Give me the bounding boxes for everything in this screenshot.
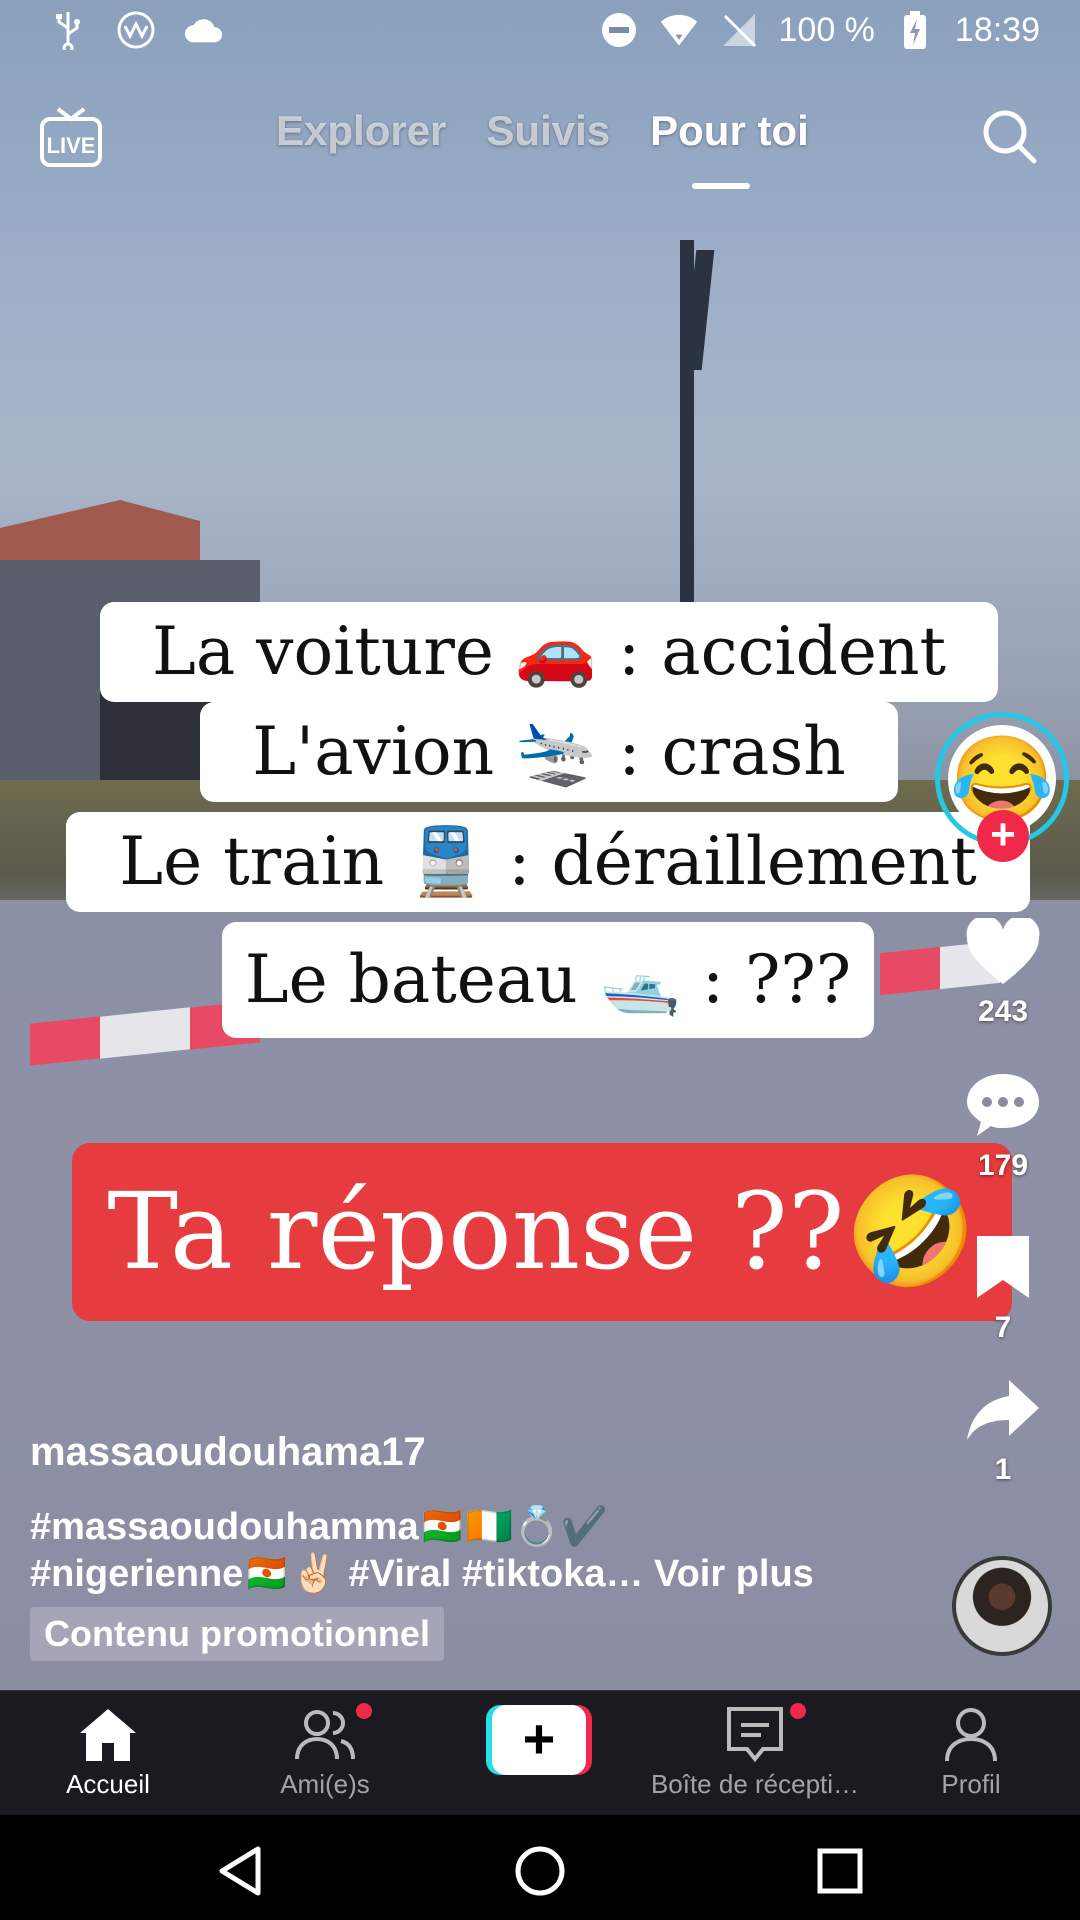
description-line-1: #massaoudouhamma🇳🇪🇨🇮💍✔️	[30, 1506, 608, 1548]
system-nav	[0, 1815, 1080, 1920]
description-text: #nigerienne🇳🇪✌🏻 #Viral #tiktoka…	[30, 1553, 644, 1595]
search-icon[interactable]	[980, 107, 1038, 165]
active-tab-indicator	[692, 183, 750, 189]
nav-home[interactable]: Accueil	[3, 1705, 213, 1800]
comment-button[interactable]: 179	[928, 1070, 1078, 1183]
caption-line-1: La voiture 🚗 : accident	[100, 602, 998, 702]
nav-profile[interactable]: Profil	[866, 1705, 1076, 1800]
dnd-icon	[599, 10, 639, 50]
profile-icon	[945, 1708, 997, 1762]
caption-line-3: Le train 🚆 : déraillement	[66, 812, 1030, 912]
description-line-2: #nigerienne🇳🇪✌🏻 #Viral #tiktoka… Voir pl…	[30, 1552, 814, 1596]
comment-count: 179	[977, 1149, 1029, 1182]
share-button[interactable]: 1	[928, 1378, 1078, 1487]
battery-level: 100 %	[778, 10, 875, 49]
inbox-badge	[790, 1703, 806, 1719]
nav-inbox[interactable]: Boîte de récepti…	[650, 1705, 860, 1800]
music-disc[interactable]	[952, 1556, 1052, 1656]
bottom-nav: Accueil Ami(e)s + Boîte de récepti… Prof…	[0, 1690, 1080, 1816]
follow-button[interactable]: +	[977, 810, 1029, 862]
share-count: 1	[994, 1453, 1012, 1486]
creator-username[interactable]: massaoudouhama17	[30, 1430, 426, 1475]
tab-suivis[interactable]: Suivis	[486, 107, 610, 155]
comment-icon	[967, 1074, 1039, 1136]
inbox-icon	[727, 1707, 783, 1763]
home-circle-icon[interactable]	[512, 1843, 568, 1899]
answer-banner: Ta réponse ??🤣	[72, 1143, 1012, 1321]
save-count: 7	[994, 1311, 1012, 1344]
nav-friends[interactable]: Ami(e)s	[220, 1705, 430, 1800]
vpn-icon	[116, 10, 156, 50]
friends-badge	[356, 1703, 372, 1719]
heart-icon	[966, 915, 1040, 984]
live-tv-icon[interactable]: LIVE	[38, 105, 104, 169]
caption-line-4: Le bateau 🛥️ : ???	[222, 922, 874, 1038]
promo-label: Contenu promotionnel	[30, 1607, 444, 1661]
see-more-link[interactable]: Voir plus	[654, 1553, 814, 1595]
back-icon[interactable]	[212, 1843, 268, 1899]
share-icon	[967, 1380, 1039, 1440]
no-sim-icon	[719, 10, 759, 50]
tab-explorer[interactable]: Explorer	[276, 107, 446, 155]
battery-charging-icon	[895, 10, 935, 50]
feed-tabs: Explorer Suivis Pour toi	[276, 107, 809, 155]
like-button[interactable]: 243	[928, 915, 1078, 1029]
clock: 18:39	[954, 10, 1040, 49]
wifi-icon	[659, 10, 699, 50]
bookmark-icon	[977, 1236, 1029, 1298]
cloud-icon	[184, 10, 224, 50]
nav-friends-label: Ami(e)s	[280, 1769, 370, 1799]
tab-pour-toi[interactable]: Pour toi	[650, 107, 809, 155]
like-count: 243	[977, 995, 1029, 1028]
top-nav: LIVE Explorer Suivis Pour toi	[0, 95, 1080, 205]
plus-icon: +	[492, 1705, 586, 1775]
friends-icon	[295, 1710, 355, 1760]
curb-red	[30, 1016, 100, 1066]
caption-line-2: L'avion 🛬 : crash	[200, 702, 898, 802]
live-label: LIVE	[47, 133, 96, 158]
nav-inbox-label: Boîte de récepti…	[650, 1769, 860, 1799]
nav-home-label: Accueil	[66, 1769, 150, 1799]
usb-icon	[48, 10, 88, 50]
status-bar: 100 % 18:39	[0, 0, 1080, 60]
home-icon	[80, 1709, 136, 1761]
recents-icon[interactable]	[812, 1843, 868, 1899]
save-button[interactable]: 7	[928, 1232, 1078, 1345]
nav-profile-label: Profil	[941, 1769, 1001, 1799]
create-button[interactable]: +	[486, 1705, 592, 1775]
